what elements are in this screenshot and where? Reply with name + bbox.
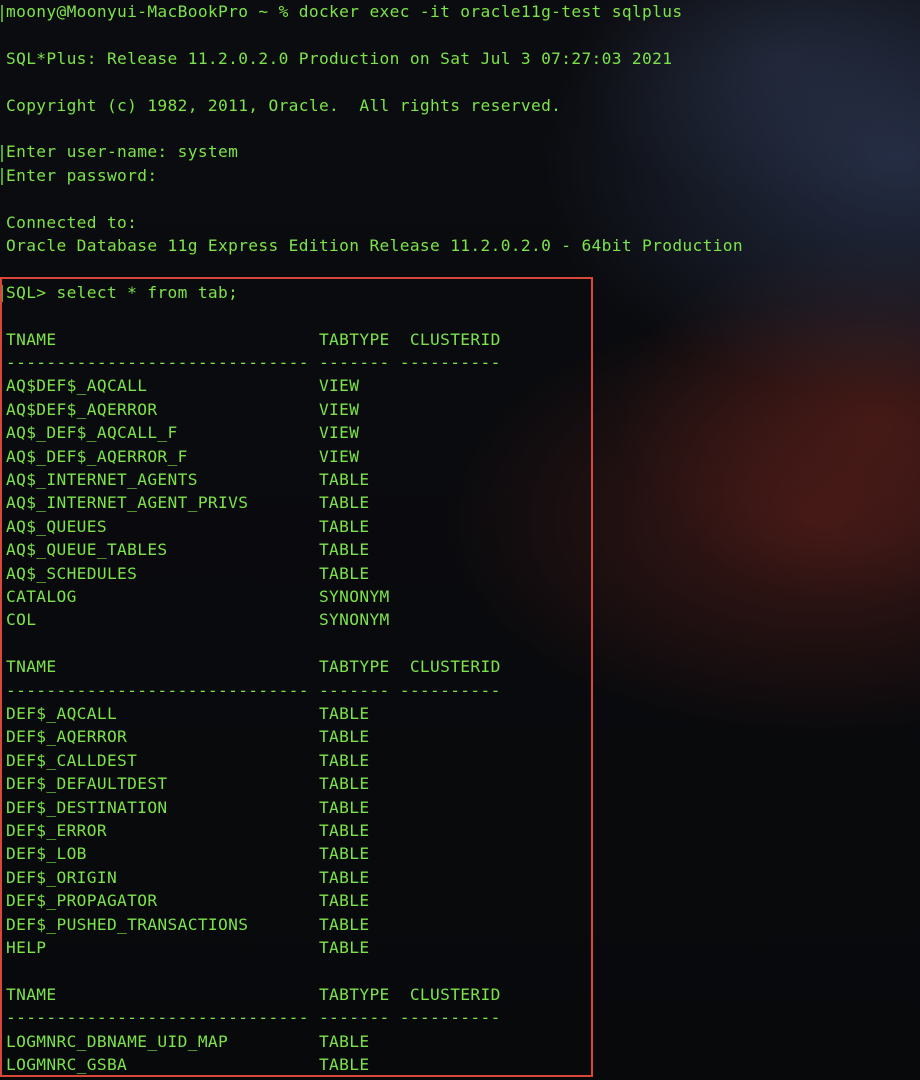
result-separator: ------------------------------ ------- -… <box>6 680 501 700</box>
table-row: AQ$_DEF$_AQERROR_F VIEW <box>6 446 360 466</box>
table-row: AQ$_INTERNET_AGENTS TABLE <box>6 470 370 489</box>
table-row: AQ$DEF$_AQERROR VIEW <box>6 399 360 419</box>
result-column-header: TNAME TABTYPE CLUSTERID <box>6 329 501 349</box>
shell-command-line: moony@Moonyui-MacBookPro ~ % docker exec… <box>6 2 683 21</box>
table-row: HELP TABLE <box>6 938 370 957</box>
table-row: AQ$_DEF$_AQCALL_F VIEW <box>6 423 360 443</box>
result-column-header: TNAME TABTYPE CLUSTERID <box>6 657 501 677</box>
cursor-marker <box>1 168 3 185</box>
table-row: LOGMNRC_DBNAME_UID_MAP TABLE <box>6 1031 370 1051</box>
table-row: DEF$_CALLDEST TABLE <box>6 750 370 770</box>
cursor-marker <box>1 145 3 162</box>
sqlplus-banner: SQL*Plus: Release 11.2.0.2.0 Production … <box>6 48 673 68</box>
cursor-marker <box>1 5 3 22</box>
table-row: AQ$_SCHEDULES TABLE <box>6 563 370 583</box>
connected-label: Connected to: <box>6 212 138 232</box>
table-row: CATALOG SYNONYM <box>6 587 390 606</box>
terminal-window[interactable]: moony@Moonyui-MacBookPro ~ % docker exec… <box>0 0 920 1080</box>
table-row: DEF$_PROPAGATOR TABLE <box>6 891 370 911</box>
table-row: DEF$_DESTINATION TABLE <box>6 797 370 817</box>
table-row: AQ$DEF$_AQCALL VIEW <box>6 376 360 396</box>
table-row: AQ$_QUEUES TABLE <box>6 516 370 536</box>
table-row: DEF$_AQCALL TABLE <box>6 704 370 723</box>
result-separator: ------------------------------ ------- -… <box>6 1008 501 1028</box>
password-prompt: Enter password: <box>6 165 158 185</box>
sql-command: SQL> select * from tab; <box>6 282 239 302</box>
table-row: AQ$_INTERNET_AGENT_PRIVS TABLE <box>6 493 370 513</box>
username-prompt: Enter user-name: system <box>6 142 239 162</box>
copyright-notice: Copyright (c) 1982, 2011, Oracle. All ri… <box>6 95 562 115</box>
connected-database: Oracle Database 11g Express Edition Rele… <box>6 236 743 255</box>
table-row: DEF$_LOB TABLE <box>6 844 370 864</box>
table-row: AQ$_QUEUE_TABLES TABLE <box>6 540 370 560</box>
table-row: DEF$_ORIGIN TABLE <box>6 867 370 887</box>
table-row: DEF$_PUSHED_TRANSACTIONS TABLE <box>6 914 370 934</box>
table-row: DEF$_DEFAULTDEST TABLE <box>6 774 370 794</box>
table-row: DEF$_ERROR TABLE <box>6 821 370 840</box>
result-column-header: TNAME TABTYPE CLUSTERID <box>6 984 501 1004</box>
table-row: COL SYNONYM <box>6 610 390 630</box>
table-row: LOGMNRC_GSBA TABLE <box>6 1055 370 1074</box>
cursor-marker <box>1 285 3 302</box>
result-separator: ------------------------------ ------- -… <box>6 353 501 372</box>
table-row: DEF$_AQERROR TABLE <box>6 727 370 747</box>
